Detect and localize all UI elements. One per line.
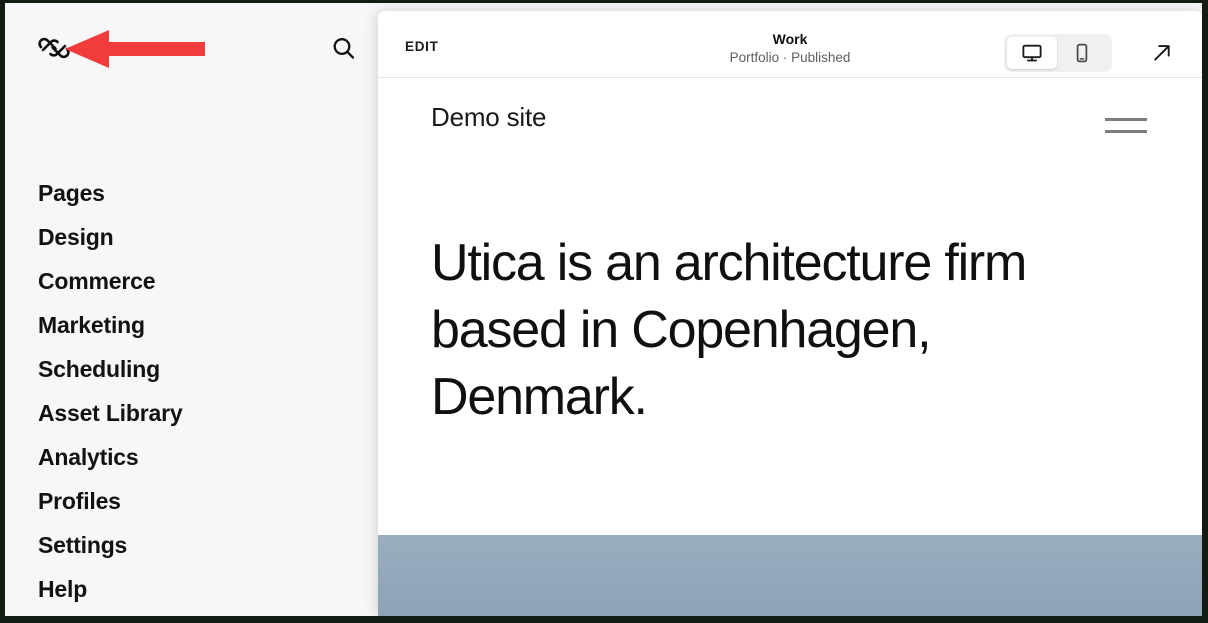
site-canvas: Demo site Utica is an architecture firm … [378, 78, 1202, 616]
app-window-frame: Pages Design Commerce Marketing Scheduli… [0, 0, 1208, 623]
site-preview-panel: EDIT Work Portfolio · Published [378, 11, 1202, 616]
sidebar-item-help[interactable]: Help [5, 567, 378, 611]
hero-heading: Utica is an architecture firm based in C… [431, 230, 1121, 431]
desktop-monitor-icon [1021, 42, 1043, 64]
edit-button[interactable]: EDIT [405, 39, 439, 54]
app-body: Pages Design Commerce Marketing Scheduli… [5, 3, 1202, 616]
preview-toolbar: EDIT Work Portfolio · Published [378, 11, 1202, 78]
sidebar-item-settings[interactable]: Settings [5, 523, 378, 567]
site-header: Demo site [378, 78, 1202, 188]
sidebar-item-design[interactable]: Design [5, 215, 378, 259]
squarespace-logo-icon[interactable] [38, 33, 70, 63]
sidebar-item-commerce[interactable]: Commerce [5, 259, 378, 303]
sidebar-item-profiles[interactable]: Profiles [5, 479, 378, 523]
hamburger-line [1105, 118, 1147, 121]
sidebar-item-analytics[interactable]: Analytics [5, 435, 378, 479]
sidebar-navigation: Pages Design Commerce Marketing Scheduli… [5, 171, 378, 611]
hamburger-line [1105, 130, 1147, 133]
desktop-view-button[interactable] [1007, 37, 1057, 69]
arrow-up-right-icon[interactable] [1146, 38, 1178, 68]
sidebar-item-marketing[interactable]: Marketing [5, 303, 378, 347]
sidebar-header [5, 3, 378, 91]
device-view-toggle [1004, 34, 1112, 72]
site-brand-title[interactable]: Demo site [431, 102, 546, 133]
search-icon[interactable] [329, 35, 359, 63]
sidebar-item-scheduling[interactable]: Scheduling [5, 347, 378, 391]
main-sidebar: Pages Design Commerce Marketing Scheduli… [5, 3, 378, 616]
sidebar-item-asset-library[interactable]: Asset Library [5, 391, 378, 435]
mobile-view-button[interactable] [1057, 37, 1107, 69]
mobile-phone-icon [1071, 42, 1093, 64]
sidebar-item-pages[interactable]: Pages [5, 171, 378, 215]
hero-image-block [378, 535, 1202, 616]
hamburger-menu-icon[interactable] [1105, 118, 1147, 138]
